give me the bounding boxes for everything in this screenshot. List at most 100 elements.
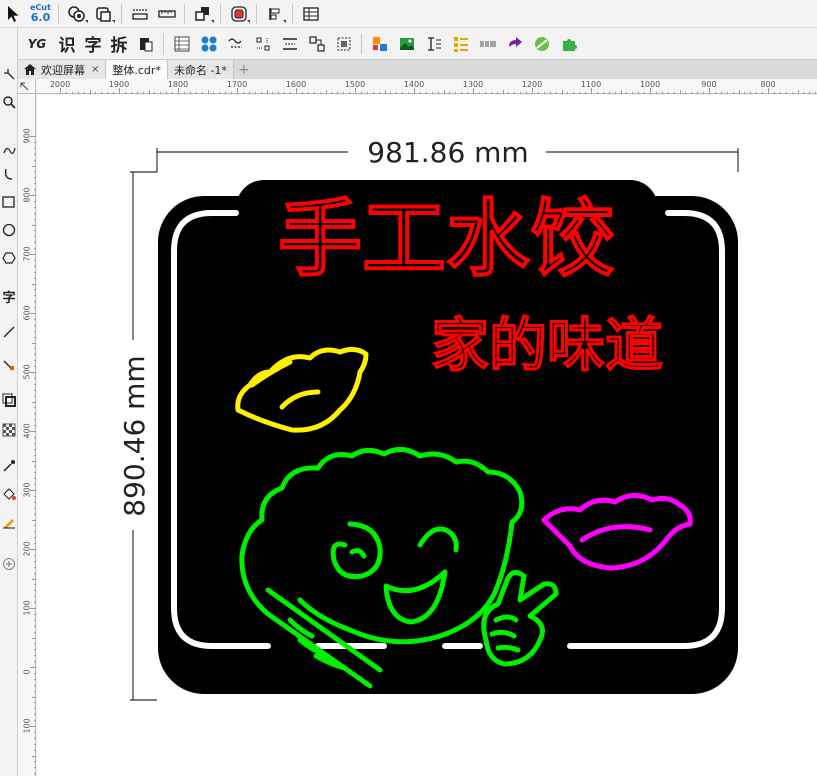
dropdown-marker <box>211 19 214 23</box>
puzzle-button[interactable] <box>555 32 582 56</box>
tab-label: 整体.cdr* <box>112 63 161 77</box>
ruler-tick <box>34 413 36 415</box>
outline-tool[interactable] <box>0 512 18 532</box>
fill-tool[interactable] <box>0 484 18 504</box>
shadow-tool[interactable] <box>0 390 18 410</box>
ruler-tick <box>30 254 36 255</box>
add-tool-button[interactable] <box>0 554 18 574</box>
ruler-tick <box>655 92 657 94</box>
grid-table-button[interactable] <box>168 32 195 56</box>
ecut-button[interactable]: eCut 6.0 <box>27 2 54 26</box>
dot-grid-button[interactable] <box>249 32 276 56</box>
ruler-tick <box>360 92 362 94</box>
measure-button[interactable] <box>126 2 153 26</box>
ruler-tick <box>384 90 386 94</box>
ruler-button[interactable] <box>153 2 180 26</box>
distribute-icon <box>282 37 297 50</box>
split-button[interactable]: 拆 <box>106 31 132 57</box>
arrange-button[interactable] <box>90 2 117 26</box>
ruler-tick <box>372 92 374 94</box>
neon-sign-design[interactable]: 981.86 mm 890.46 mm 手工水饺 家的味道 <box>37 95 817 776</box>
ellipse-tool[interactable] <box>0 220 18 240</box>
ruler-tick <box>34 189 36 191</box>
layer-order-button[interactable] <box>189 2 216 26</box>
toolbar-separator <box>292 3 293 24</box>
char-button[interactable]: 字 <box>80 31 106 57</box>
yg-button[interactable]: YG <box>20 31 54 57</box>
tab-untitled-1[interactable]: 未命名 -1* <box>167 60 234 79</box>
align-button[interactable] <box>261 2 288 26</box>
plugin-button[interactable] <box>528 32 555 56</box>
pick-tool-button[interactable] <box>0 2 27 26</box>
freehand-tool[interactable] <box>0 140 18 160</box>
tab-close-button[interactable]: × <box>91 64 99 75</box>
barcode-button[interactable] <box>474 32 501 56</box>
drawing-canvas[interactable]: 981.86 mm 890.46 mm 手工水饺 家的味道 <box>37 95 817 776</box>
ruler-tick <box>34 200 36 202</box>
image-button[interactable] <box>393 32 420 56</box>
contour-button[interactable] <box>225 2 252 26</box>
weld-shapes-button[interactable] <box>63 2 90 26</box>
ruler-tick <box>32 401 36 403</box>
ruler-tick <box>602 92 604 94</box>
ruler-tick <box>34 702 36 704</box>
list-button[interactable] <box>447 32 474 56</box>
pattern-button[interactable] <box>195 32 222 56</box>
rectangle-tool[interactable] <box>0 192 18 212</box>
ruler-tick <box>34 720 36 722</box>
distribute-button[interactable] <box>276 32 303 56</box>
height-dimension[interactable]: 890.46 mm <box>118 171 157 701</box>
polygon-tool[interactable] <box>0 248 18 268</box>
ruler-tick <box>34 767 36 769</box>
node-edit-tool[interactable] <box>0 64 18 84</box>
title-sub-text[interactable]: 家的味道 <box>429 310 664 381</box>
ruler-tick <box>378 92 380 94</box>
tab-overall-cdr[interactable]: 整体.cdr* <box>106 60 168 79</box>
ruler-tick <box>34 743 36 745</box>
table-button[interactable] <box>297 2 324 26</box>
ruler-corner[interactable] <box>18 79 36 94</box>
ruler-tick <box>549 92 551 94</box>
clipboard-button[interactable] <box>132 32 159 56</box>
ruler-tick <box>732 92 734 94</box>
ruler-tick <box>661 92 663 94</box>
wave-line-button[interactable] <box>222 32 249 56</box>
color-swatch-button[interactable] <box>366 32 393 56</box>
ruler-tick <box>396 92 398 94</box>
eyedropper-tool[interactable] <box>0 456 18 476</box>
new-tab-button[interactable]: + <box>234 60 254 79</box>
width-dimension[interactable]: 981.86 mm <box>156 136 739 172</box>
vertical-ruler[interactable]: 900 800 700 600 500 400 300 200 100 0 100 <box>18 94 36 776</box>
ruler-tick <box>526 92 528 94</box>
ruler-tick <box>195 92 197 94</box>
pattern-icon <box>201 36 216 51</box>
text-spacing-button[interactable] <box>420 32 447 56</box>
bounding-box-button[interactable] <box>330 32 357 56</box>
polygon-icon <box>2 252 16 264</box>
bounding-box-icon <box>337 37 350 50</box>
ruler-tick <box>34 419 36 421</box>
ruler-tick <box>101 92 103 94</box>
ruler-tick <box>496 92 498 94</box>
ruler-tick <box>803 92 805 94</box>
ruler-tick <box>34 525 36 527</box>
transparency-tool[interactable] <box>0 420 18 440</box>
ruler-tick <box>667 92 669 94</box>
ruler-tick <box>313 92 315 94</box>
nodes-button[interactable] <box>303 32 330 56</box>
connector-tool[interactable] <box>0 354 18 374</box>
ruler-tick <box>34 554 36 556</box>
toolbar-separator <box>220 3 221 24</box>
transform-button[interactable] <box>501 32 528 56</box>
tab-welcome-screen[interactable]: 欢迎屏幕 × <box>18 60 107 79</box>
list-icon <box>453 36 468 52</box>
text-tool[interactable]: 字 <box>0 286 18 306</box>
identify-button[interactable]: 识 <box>54 31 80 57</box>
horizontal-ruler[interactable]: 2000 1900 1800 1700 1600 1500 1400 1300 1200 1100… <box>36 79 817 94</box>
line-tool[interactable] <box>0 322 18 342</box>
zoom-tool[interactable] <box>0 92 18 112</box>
ruler-tick <box>34 183 36 185</box>
curve-tool[interactable] <box>0 164 18 184</box>
title-main-text[interactable]: 手工水饺 <box>276 188 616 290</box>
ruler-tick <box>34 543 36 545</box>
